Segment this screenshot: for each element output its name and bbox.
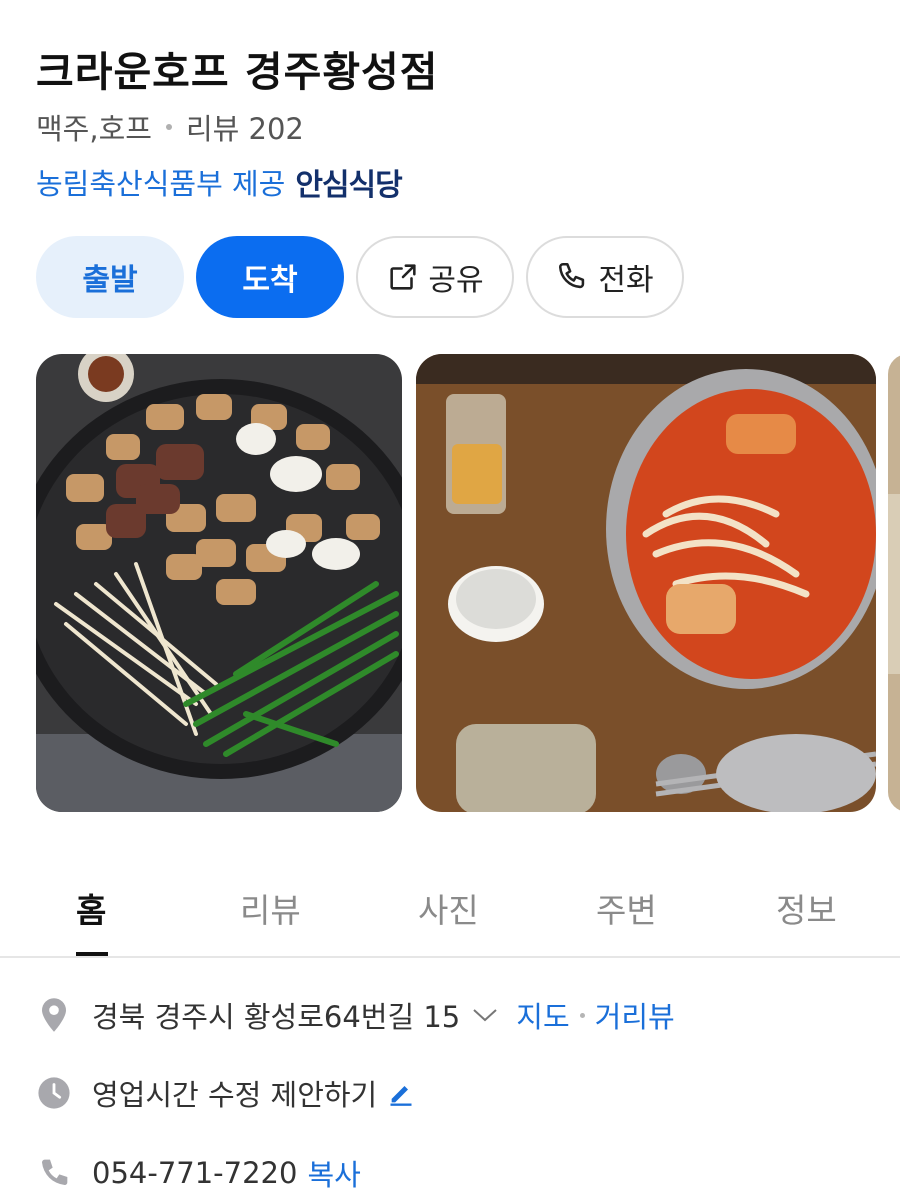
clock-icon [36, 1075, 72, 1111]
roadview-link[interactable]: 거리뷰 [595, 994, 675, 1036]
separator-dot [165, 124, 172, 130]
arrive-label: 도착 [242, 263, 298, 298]
call-label: 전화 [598, 263, 654, 298]
depart-label: 출발 [82, 263, 138, 298]
place-meta: 맥주,호프 리뷰 202 [36, 106, 304, 148]
map-link[interactable]: 지도 [516, 994, 569, 1036]
phone-row: 054-771-7220 복사 [36, 1152, 361, 1194]
place-tabs: 홈 리뷰 사진 주변 정보 [0, 872, 900, 958]
tab-info[interactable]: 정보 [776, 884, 837, 932]
tab-photo[interactable]: 사진 [418, 884, 479, 932]
photo-tteokbokki-pot[interactable] [416, 354, 876, 812]
photo-carousel[interactable] [36, 354, 900, 812]
safe-restaurant-logo: 안심식당 [295, 168, 402, 203]
share-icon [390, 264, 416, 290]
phone-number[interactable]: 054-771-7220 [92, 1156, 297, 1190]
share-button[interactable]: 공유 [356, 236, 514, 318]
share-label: 공유 [428, 263, 484, 298]
gov-provider-label: 농림축산식품부 제공 [36, 167, 286, 201]
action-buttons: 출발 도착 공유 전화 [36, 236, 684, 318]
photo-grill-pork[interactable] [36, 354, 402, 812]
chevron-down-icon[interactable] [472, 1007, 498, 1023]
hours-suggest-text[interactable]: 영업시간 수정 제안하기 [92, 1072, 377, 1114]
review-count-link[interactable]: 리뷰 202 [186, 106, 304, 148]
address-row: 경북 경주시 황성로64번길 15 지도 거리뷰 [36, 994, 675, 1036]
safe-restaurant-badge[interactable]: 농림축산식품부 제공 안심식당 [36, 160, 403, 204]
hours-row[interactable]: 영업시간 수정 제안하기 [36, 1072, 415, 1114]
address-text[interactable]: 경북 경주시 황성로64번길 15 [92, 994, 460, 1036]
page-title: 크라운호프 경주황성점 [36, 48, 439, 96]
tab-home[interactable]: 홈 [76, 884, 106, 932]
copy-phone-link[interactable]: 복사 [307, 1152, 360, 1194]
separator-dot [579, 1012, 585, 1018]
active-tab-indicator [76, 952, 108, 956]
tab-nearby[interactable]: 주변 [596, 884, 657, 932]
location-pin-icon [36, 997, 72, 1033]
photo-partial[interactable] [888, 354, 900, 812]
arrive-button[interactable]: 도착 [196, 236, 344, 318]
call-button[interactable]: 전화 [526, 236, 684, 318]
pencil-icon[interactable] [387, 1079, 415, 1107]
phone-icon [559, 262, 585, 289]
tab-review[interactable]: 리뷰 [240, 884, 301, 932]
category-label: 맥주,호프 [36, 112, 152, 146]
depart-button[interactable]: 출발 [36, 236, 184, 318]
phone-icon [36, 1155, 72, 1191]
